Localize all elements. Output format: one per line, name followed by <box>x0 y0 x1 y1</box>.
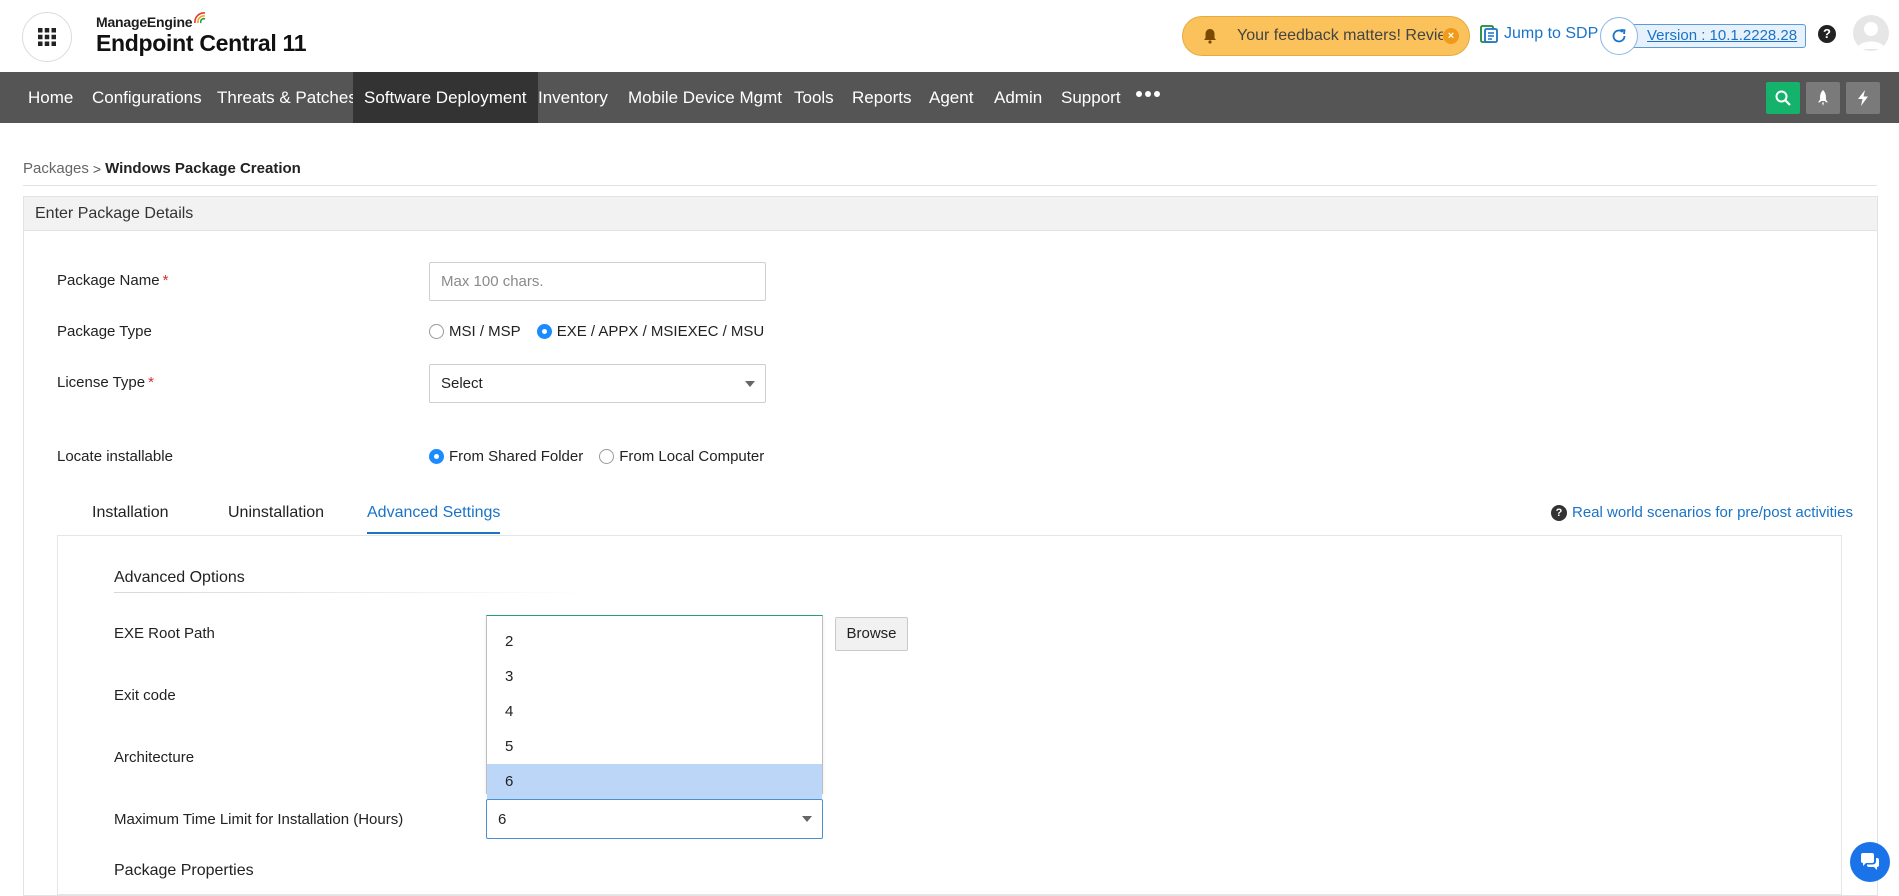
package-type-radio-group: MSI / MSP EXE / APPX / MSIEXEC / MSU <box>429 323 780 340</box>
bolt-icon <box>1858 90 1868 106</box>
nav-inventory[interactable]: Inventory <box>527 72 619 123</box>
version-widget[interactable]: Version : 10.1.2228.28 <box>1600 17 1807 55</box>
help-icon: ? <box>1551 504 1567 521</box>
nav-reports[interactable]: Reports <box>841 72 923 123</box>
required-mark: * <box>148 374 154 391</box>
chat-icon <box>1861 853 1879 870</box>
nav-software-deployment[interactable]: Software Deployment <box>353 72 538 123</box>
more-menu-icon[interactable] <box>1136 91 1160 97</box>
breadcrumb-packages[interactable]: Packages <box>23 160 89 177</box>
nav-admin[interactable]: Admin <box>983 72 1053 123</box>
locate-shared-folder-option[interactable]: From Shared Folder <box>429 448 583 465</box>
package-type-msi-option[interactable]: MSI / MSP <box>429 323 521 340</box>
package-properties-title: Package Properties <box>114 862 254 879</box>
architecture-label: Architecture <box>114 749 195 766</box>
nav-support[interactable]: Support <box>1050 72 1132 123</box>
product-name: Endpoint Central 11 <box>96 30 307 56</box>
version-label[interactable]: Version : 10.1.2228.28 <box>1632 24 1807 48</box>
nav-home[interactable]: Home <box>17 72 84 123</box>
bell-icon <box>1204 29 1216 44</box>
main-nav: Home Configurations Threats & Patches So… <box>0 72 1899 123</box>
max-time-limit-select[interactable]: 6 <box>486 799 823 839</box>
nav-tools[interactable]: Tools <box>783 72 845 123</box>
chat-button[interactable] <box>1850 842 1890 882</box>
user-avatar[interactable] <box>1853 15 1889 51</box>
locate-local-computer-option[interactable]: From Local Computer <box>599 448 764 465</box>
advanced-options-title: Advanced Options <box>114 569 245 586</box>
advanced-settings-panel <box>57 535 1842 895</box>
chevron-right-icon: > <box>92 160 102 177</box>
refresh-button[interactable] <box>1600 17 1638 55</box>
tab-installation[interactable]: Installation <box>92 504 169 534</box>
app-grid-button[interactable] <box>22 12 72 62</box>
panel-title: Enter Package Details <box>24 197 1877 231</box>
package-name-input[interactable] <box>429 262 766 301</box>
radio-checked-icon[interactable] <box>429 449 444 464</box>
jump-to-sdp-link[interactable]: Jump to SDP <box>1480 24 1598 44</box>
exe-root-path-label: EXE Root Path <box>114 625 215 642</box>
brand-logo[interactable]: ManageEngine Endpoint Central 11 <box>96 12 307 57</box>
tab-uninstallation[interactable]: Uninstallation <box>228 504 324 534</box>
real-world-scenarios-link[interactable]: ? Real world scenarios for pre/post acti… <box>1551 504 1853 521</box>
max-time-dropdown-list: 2 3 4 5 6 <box>486 615 823 799</box>
license-type-select[interactable]: Select <box>429 364 766 403</box>
vendor-name: ManageEngine <box>96 12 306 30</box>
required-mark: * <box>162 272 169 289</box>
nav-mobile-device-mgmt[interactable]: Mobile Device Mgmt <box>617 72 793 123</box>
tab-advanced-settings[interactable]: Advanced Settings <box>367 504 501 534</box>
vendor-arc-icon <box>194 12 206 24</box>
package-name-label: Package Name * <box>57 272 169 289</box>
close-icon[interactable]: × <box>1443 28 1459 44</box>
license-type-label: License Type * <box>57 374 154 391</box>
radio-unchecked-icon[interactable] <box>429 324 444 339</box>
section-divider <box>114 592 594 593</box>
search-icon <box>1775 90 1791 106</box>
locate-radio-group: From Shared Folder From Local Computer <box>429 448 780 465</box>
breadcrumb-divider <box>23 185 1877 186</box>
package-type-exe-option[interactable]: EXE / APPX / MSIEXEC / MSU <box>536 323 764 340</box>
grid-icon <box>38 28 56 46</box>
dropdown-option-selected[interactable]: 6 <box>487 764 822 799</box>
max-time-limit-label: Maximum Time Limit for Installation (Hou… <box>114 811 404 828</box>
breadcrumb-current: Windows Package Creation <box>105 160 301 177</box>
radio-unchecked-icon[interactable] <box>599 449 615 464</box>
chevron-down-icon <box>745 380 755 387</box>
refresh-icon <box>1612 29 1626 43</box>
feedback-text: Your feedback matters! Revie... <box>1237 27 1443 44</box>
quick-launch-button[interactable] <box>1806 82 1840 114</box>
nav-threats-patches[interactable]: Threats & Patches <box>206 72 368 123</box>
nav-agent[interactable]: Agent <box>918 72 984 123</box>
feedback-banner[interactable]: Your feedback matters! Revie... × <box>1182 16 1470 56</box>
radio-checked-icon[interactable] <box>536 324 552 339</box>
nav-configurations[interactable]: Configurations <box>81 72 213 123</box>
breadcrumb: Packages > Windows Package Creation <box>23 160 301 177</box>
rocket-icon <box>1818 90 1828 106</box>
dropdown-option[interactable]: 4 <box>487 694 822 729</box>
quick-actions-button[interactable] <box>1846 82 1880 114</box>
dropdown-option[interactable]: 5 <box>487 729 822 764</box>
search-button[interactable] <box>1766 82 1800 114</box>
top-header: ManageEngine Endpoint Central 11 Your fe… <box>0 0 1899 72</box>
dropdown-option[interactable]: 2 <box>487 624 822 659</box>
chevron-down-icon <box>802 816 812 822</box>
sdp-icon <box>1480 25 1498 43</box>
avatar-icon <box>1857 22 1885 49</box>
exit-code-label: Exit code <box>114 687 176 704</box>
browse-button[interactable]: Browse <box>835 617 908 651</box>
locate-installable-label: Locate installable <box>57 448 173 465</box>
help-icon[interactable]: ? <box>1818 25 1836 43</box>
package-type-label: Package Type <box>57 323 152 340</box>
jump-label: Jump to SDP <box>1504 25 1599 42</box>
dropdown-option[interactable]: 3 <box>487 659 822 694</box>
